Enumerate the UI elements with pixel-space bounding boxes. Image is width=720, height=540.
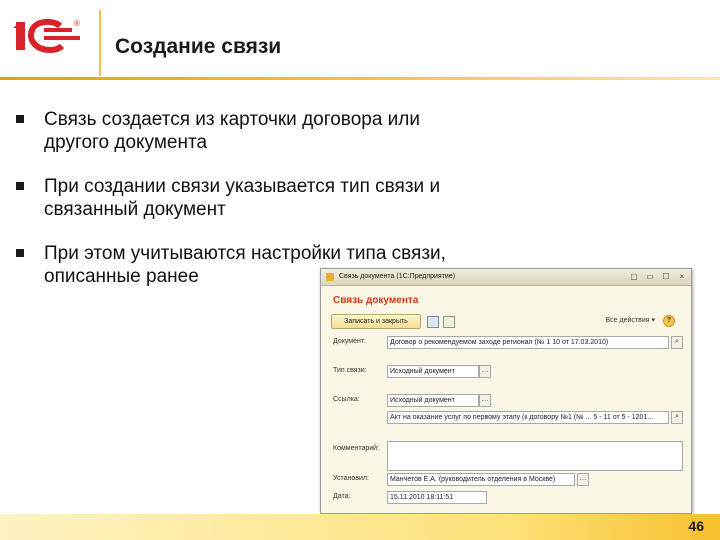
document-search-icon[interactable]: ⌕ (671, 336, 683, 349)
bullet-text-line: Связь создается из карточки договора или (44, 109, 420, 130)
footer-bar: 46 (0, 514, 720, 540)
form-toolbar: Записать и закрыть Все действия ▾ ? (331, 314, 681, 329)
1c-logo-icon: ® (13, 18, 80, 54)
installed-by-select-button[interactable]: … (577, 473, 589, 486)
link-type-select-button[interactable]: … (479, 365, 491, 378)
close-icon[interactable]: × (677, 272, 687, 281)
maximize-icon[interactable]: ☐ (661, 272, 671, 281)
link-type-field[interactable]: Исходный документ (387, 365, 479, 378)
document-label: Документ: (333, 338, 366, 345)
app-icon (326, 273, 334, 281)
bullet-text-line: При этом учитываются настройки типа связ… (44, 243, 446, 264)
link-type-label: Тип связи: (333, 367, 367, 374)
comment-textarea[interactable] (387, 441, 683, 471)
installed-by-label: Установил: (333, 475, 369, 482)
bullet-text-line: связанный документ (44, 199, 226, 220)
header-underline (0, 77, 720, 80)
installed-by-field[interactable]: Манчетов Е.А. (руководитель отделения в … (387, 473, 575, 486)
form-header: Связь документа (333, 295, 419, 306)
link-document-window: Связь документа (1С:Предприятие) ▢ ▭ ☐ ×… (320, 268, 692, 514)
bullet-square-icon (16, 115, 24, 123)
save-icon[interactable] (427, 316, 439, 328)
bullet-text-line: другого документа (44, 132, 208, 153)
link-document-field[interactable]: Акт на оказание услуг по первому этапу (… (387, 411, 669, 424)
minimize-icon[interactable]: ▭ (645, 272, 655, 281)
copy-icon[interactable] (443, 316, 455, 328)
bullet-square-icon (16, 182, 24, 190)
header-divider (99, 10, 101, 76)
link-doc-type-field[interactable]: Исходный документ (387, 394, 479, 407)
bullet-text-line: При создании связи указывается тип связи… (44, 176, 441, 197)
link-document-search-icon[interactable]: ⌕ (671, 411, 683, 424)
all-actions-menu[interactable]: Все действия ▾ (606, 316, 655, 324)
comment-label: Комментарий: (333, 445, 380, 452)
link-label: Ссылка: (333, 396, 360, 403)
window-menu-icon[interactable]: ▢ (629, 272, 639, 281)
window-title: Связь документа (1С:Предприятие) (339, 273, 456, 280)
slide-title: Создание связи (115, 35, 282, 58)
date-field[interactable]: 15.11.2010 18:11:51 (387, 491, 487, 504)
registered-mark: ® (74, 19, 80, 28)
window-titlebar[interactable]: Связь документа (1С:Предприятие) ▢ ▭ ☐ × (321, 269, 691, 286)
1c-logo: ® (10, 16, 90, 56)
save-and-close-button[interactable]: Записать и закрыть (331, 314, 421, 329)
help-icon[interactable]: ? (663, 315, 675, 327)
page-number: 46 (688, 518, 704, 534)
bullet-square-icon (16, 249, 24, 257)
document-field[interactable]: Договор о рекомендуемом заходе регионал … (387, 336, 669, 349)
link-doc-type-select-button[interactable]: … (479, 394, 491, 407)
date-label: Дата: (333, 493, 351, 500)
